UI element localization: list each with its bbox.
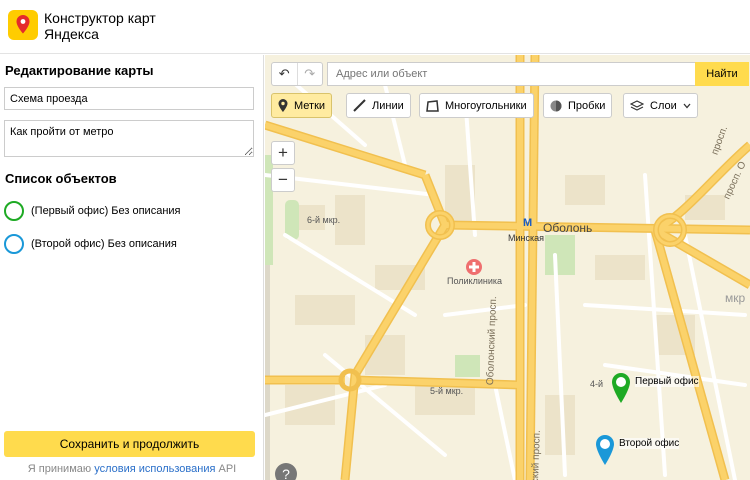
app-header: Конструктор карт Яндекса [0,0,750,54]
tool-label: Многоугольники [445,99,527,112]
polygon-icon [426,99,439,112]
poi-label: Поликлиника [447,276,503,286]
objects-list-title: Список объектов [5,171,117,186]
traffic-icon [550,100,562,111]
editor-title: Редактирование карты [5,63,154,78]
save-and-continue-button[interactable]: Сохранить и продолжить [4,431,255,457]
map-description-input[interactable]: Как пройти от метро [4,120,254,157]
placemark-pin-icon[interactable] [594,433,616,467]
street-label: ский просп. [530,429,543,480]
metro-station-label: Минская [508,233,545,243]
map-base-layer [265,55,750,480]
layers-icon [630,99,644,111]
district-label: Оболонь [543,221,593,235]
placemark-label[interactable]: Первый офис [635,376,699,387]
placemark-pin-icon[interactable] [610,371,632,405]
zoom-in-button[interactable]: + [271,141,295,165]
tool-label: Линии [372,99,404,112]
district-label: 4-й [590,379,604,389]
yandex-maps-logo-icon[interactable] [8,10,38,40]
terms-link[interactable]: условия использования [94,463,215,475]
tool-polygons[interactable]: Многоугольники [419,93,534,118]
object-list-item[interactable]: (Второй офис) Без описания [4,233,177,255]
chevron-down-icon [683,103,691,108]
placemark-circle-icon [4,234,24,254]
zoom-out-button[interactable]: − [271,168,295,192]
brand-line-2: Яндекса [44,26,99,42]
brand-title[interactable]: Конструктор карт Яндекса [44,10,156,42]
tool-label: Пробки [568,99,606,112]
history-controls: ↶ ↷ [271,62,323,86]
terms-suffix: API [218,463,237,475]
address-search-input[interactable] [327,62,696,86]
map-name-input[interactable] [4,87,254,110]
tool-layers[interactable]: Слои [623,93,698,118]
editor-sidebar: Редактирование карты Как пройти от метро… [0,55,264,480]
district-label: 5-й мкр. [430,386,464,396]
tool-traffic[interactable]: Пробки [543,93,613,118]
object-label: (Первый офис) Без описания [31,205,181,217]
object-list-item[interactable]: (Первый офис) Без описания [4,200,181,222]
map-canvas[interactable]: 6-й мкр. 5-й мкр. 4-й Оболонь М Минская … [265,55,750,480]
terms-prefix: Я принимаю [27,463,92,475]
undo-icon[interactable]: ↶ [272,63,297,85]
tool-label: Слои [650,99,677,112]
help-icon[interactable]: ? [275,463,297,480]
tool-lines[interactable]: Линии [346,93,411,118]
placemark-label[interactable]: Второй офис [619,438,680,449]
placemark-icon [278,99,288,112]
placemark-circle-icon [4,201,24,221]
search-button[interactable]: Найти [695,62,749,86]
brand-line-1: Конструктор карт [44,10,156,26]
object-label: (Второй офис) Без описания [31,238,177,250]
district-label: 6-й мкр. [307,215,341,225]
redo-icon[interactable]: ↷ [296,63,323,85]
tool-label: Метки [294,99,326,112]
terms-notice: Я принимаю условия использования API [0,463,264,475]
line-icon [353,99,366,112]
metro-icon: М [523,217,533,229]
tool-placemarks[interactable]: Метки [271,93,333,118]
district-label: мкр [725,291,746,305]
